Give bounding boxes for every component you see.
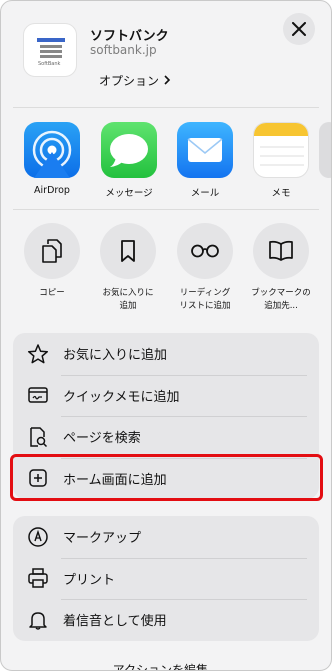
find-page-icon bbox=[27, 426, 49, 448]
more-apps-edge[interactable] bbox=[319, 122, 331, 178]
app-mail[interactable]: メール bbox=[176, 122, 234, 199]
action-add-bookmark[interactable]: ブックマークの 追加先... bbox=[250, 223, 312, 313]
action-label: コピー bbox=[39, 288, 65, 298]
messages-icon bbox=[101, 122, 157, 178]
action-label: リーディング リストに追加 bbox=[179, 288, 231, 311]
options-label: オプション bbox=[99, 74, 163, 88]
options-button[interactable]: オプション bbox=[99, 72, 171, 89]
bookmark-icon bbox=[121, 240, 135, 262]
book-icon bbox=[269, 240, 293, 261]
menu-label: 着信音として使用 bbox=[63, 614, 167, 630]
menu-add-to-home-screen[interactable]: ホーム画面に追加 bbox=[13, 457, 319, 500]
app-notes[interactable]: メモ bbox=[252, 122, 310, 199]
chevron-right-icon bbox=[163, 74, 171, 88]
copy-icon bbox=[42, 239, 62, 263]
mail-icon bbox=[177, 122, 233, 178]
app-messages[interactable]: メッセージ bbox=[100, 122, 158, 199]
menu-label: ホーム画面に追加 bbox=[63, 472, 167, 488]
app-label: メール bbox=[190, 188, 220, 199]
menu-label: マークアップ bbox=[63, 531, 142, 547]
app-label: メッセージ bbox=[105, 188, 153, 199]
reading-list-icon bbox=[191, 244, 219, 258]
app-label: AirDrop bbox=[34, 185, 70, 196]
actions-group-2: マークアップ プリント 着信音として使用 bbox=[13, 516, 319, 641]
notes-icon bbox=[253, 122, 309, 178]
printer-icon bbox=[27, 567, 49, 589]
action-reading-list[interactable]: リーディング リストに追加 bbox=[174, 223, 236, 313]
action-label: ブックマークの 追加先... bbox=[251, 288, 311, 311]
airdrop-icon bbox=[24, 122, 80, 178]
menu-print[interactable]: プリント bbox=[13, 557, 319, 600]
action-label: お気に入りに 追加 bbox=[102, 288, 154, 311]
menu-add-favorite[interactable]: お気に入りに追加 bbox=[13, 333, 319, 375]
quick-note-icon bbox=[27, 384, 49, 406]
site-url: softbank.jp bbox=[90, 43, 157, 57]
menu-label: クイックメモに追加 bbox=[63, 389, 180, 405]
close-icon bbox=[292, 22, 306, 36]
menu-use-as-ringtone[interactable]: 着信音として使用 bbox=[13, 599, 319, 641]
menu-label: お気に入りに追加 bbox=[63, 348, 168, 364]
menu-markup[interactable]: マークアップ bbox=[13, 516, 319, 558]
actions-group-1: お気に入りに追加 クイックメモに追加 ページを検索 ホーム画面に追加 bbox=[13, 333, 319, 499]
ringtone-icon bbox=[27, 609, 49, 631]
menu-label: ページを検索 bbox=[63, 431, 141, 447]
menu-quick-note[interactable]: クイックメモに追加 bbox=[13, 374, 319, 417]
site-thumbnail: SoftBank bbox=[23, 23, 77, 77]
star-icon bbox=[27, 343, 49, 365]
edit-actions-link[interactable]: アクションを編集... bbox=[1, 661, 331, 670]
share-sheet: SoftBank ソフトバンク softbank.jp オプション AirDro… bbox=[0, 0, 332, 671]
site-thumbnail-text: SoftBank bbox=[38, 61, 61, 67]
action-add-favorite[interactable]: お気に入りに 追加 bbox=[97, 223, 159, 313]
menu-label: プリント bbox=[63, 572, 116, 588]
add-square-icon bbox=[27, 467, 49, 489]
app-label: メモ bbox=[271, 188, 291, 199]
action-copy[interactable]: コピー bbox=[21, 223, 83, 300]
site-title: ソフトバンク bbox=[90, 29, 169, 44]
markup-icon bbox=[27, 526, 49, 548]
menu-find-on-page[interactable]: ページを検索 bbox=[13, 416, 319, 458]
share-header: SoftBank ソフトバンク softbank.jp オプション bbox=[1, 1, 331, 107]
close-button[interactable] bbox=[283, 13, 315, 45]
app-airdrop[interactable]: AirDrop bbox=[23, 122, 81, 196]
